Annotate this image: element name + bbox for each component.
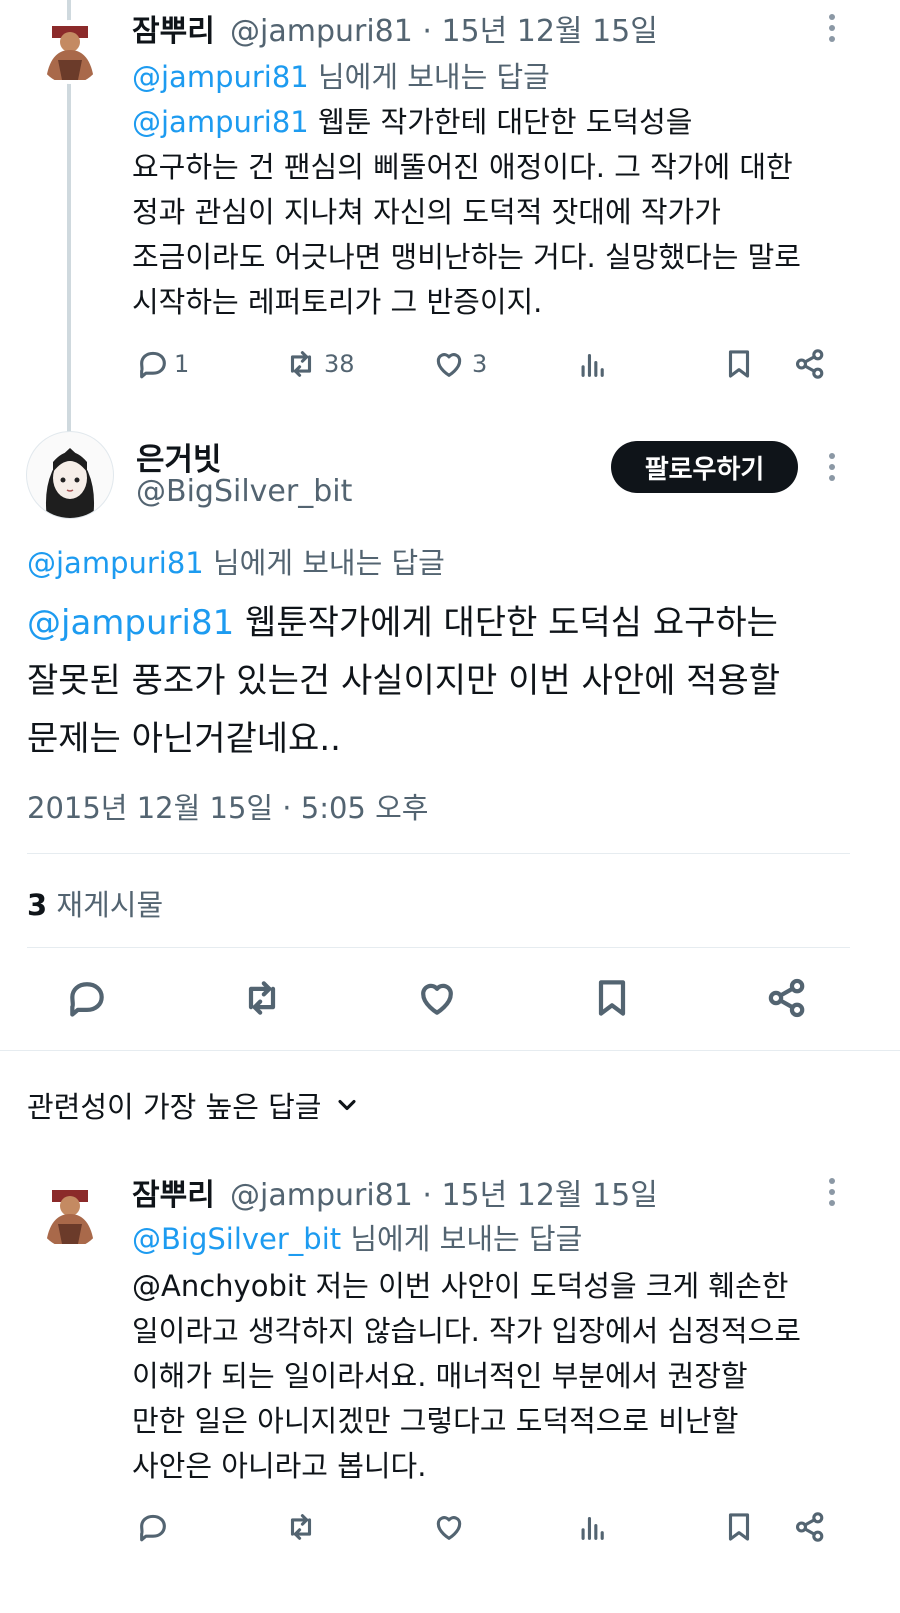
share-button[interactable] — [765, 976, 809, 1020]
like-icon — [421, 983, 453, 1015]
like-button[interactable] — [432, 1510, 466, 1544]
like-icon — [436, 353, 462, 377]
views-icon — [581, 1516, 604, 1540]
bookmark-button[interactable] — [722, 1510, 756, 1544]
more-icon[interactable] — [829, 453, 835, 486]
tweet-text: @Anchyobit 저는 이번 사안이 도덕성을 크게 훼손한 일이라고 생각… — [132, 1269, 801, 1483]
share-icon — [795, 1512, 824, 1542]
like-icon — [436, 1516, 462, 1540]
retweet-button[interactable]: 38 — [284, 347, 355, 381]
bookmark-icon — [728, 1513, 750, 1541]
tweet-timestamp[interactable]: 2015년 12월 15일 · 5:05 오후 — [27, 785, 428, 827]
like-button[interactable] — [415, 976, 459, 1020]
retweet-count: 38 — [324, 350, 355, 378]
reply-to-link[interactable]: @BigSilver_bit — [132, 1222, 341, 1256]
tweet-text: @jampuri81 웹툰 작가한테 대단한 도덕성을 요구하는 건 팬심의 삐… — [132, 105, 801, 319]
bookmark-button[interactable] — [590, 976, 634, 1020]
author-name[interactable]: 잠뿌리 — [132, 6, 215, 50]
author-handle-date[interactable]: @jampuri81 · 15년 12월 15일 — [230, 6, 658, 50]
reply-icon — [70, 982, 104, 1017]
reply-count: 1 — [174, 350, 190, 378]
reply-sort-dropdown[interactable]: 관련성이 가장 높은 답글 — [27, 1084, 361, 1126]
reply-to-link[interactable]: @jampuri81 — [132, 60, 309, 94]
views-icon — [581, 353, 604, 377]
section-divider — [0, 1050, 900, 1051]
more-icon[interactable] — [829, 1178, 835, 1211]
retweet-icon — [290, 351, 312, 377]
reply-button[interactable] — [136, 1510, 170, 1544]
views-button[interactable] — [576, 1510, 610, 1544]
repost-stats[interactable]: 3 재게시물 — [27, 882, 163, 924]
retweet-button[interactable] — [284, 1510, 318, 1544]
reply-icon — [140, 351, 166, 379]
share-button[interactable] — [793, 1510, 827, 1544]
avatar[interactable] — [26, 431, 114, 519]
author-handle[interactable]: @BigSilver_bit — [136, 474, 352, 509]
author-name[interactable]: 잠뿌리 — [132, 1170, 215, 1214]
bookmark-button[interactable] — [722, 347, 756, 381]
retweet-icon — [248, 981, 276, 1015]
reply-sort-label: 관련성이 가장 높은 답글 — [27, 1090, 322, 1124]
reply-icon — [140, 1514, 166, 1542]
like-button[interactable]: 3 — [432, 347, 487, 381]
reply-to-link[interactable]: @jampuri81 — [27, 546, 204, 580]
follow-button[interactable]: 팔로우하기 — [611, 441, 798, 493]
tweet-text: @jampuri81 웹툰작가에게 대단한 도덕심 요구하는 잘못된 풍조가 있… — [27, 603, 781, 759]
author-name[interactable]: 은거빗 — [136, 434, 222, 479]
share-icon — [795, 349, 824, 379]
reply-context: @jampuri81 님에게 보내는 답글 — [132, 60, 550, 94]
divider — [27, 947, 850, 948]
mention-link[interactable]: @jampuri81 — [132, 105, 309, 139]
reply-context: @jampuri81 님에게 보내는 답글 — [27, 546, 445, 580]
reply-button[interactable] — [65, 976, 109, 1020]
retweet-button[interactable] — [240, 976, 284, 1020]
repost-count: 3 — [27, 888, 48, 922]
author-handle-date[interactable]: @jampuri81 · 15년 12월 15일 — [230, 1170, 658, 1214]
chevron-down-icon — [338, 1099, 356, 1111]
bookmark-icon — [728, 350, 750, 378]
views-button[interactable] — [576, 347, 610, 381]
share-icon — [768, 978, 805, 1018]
avatar[interactable] — [38, 1184, 102, 1248]
avatar[interactable] — [38, 20, 102, 84]
share-button[interactable] — [793, 347, 827, 381]
retweet-icon — [290, 1514, 312, 1540]
reply-button[interactable]: 1 — [136, 347, 189, 381]
reply-context: @BigSilver_bit 님에게 보내는 답글 — [132, 1222, 583, 1256]
bookmark-icon — [598, 980, 626, 1016]
more-icon[interactable] — [829, 14, 835, 47]
divider — [27, 853, 850, 854]
like-count: 3 — [472, 350, 488, 378]
mention-link[interactable]: @jampuri81 — [27, 603, 234, 643]
